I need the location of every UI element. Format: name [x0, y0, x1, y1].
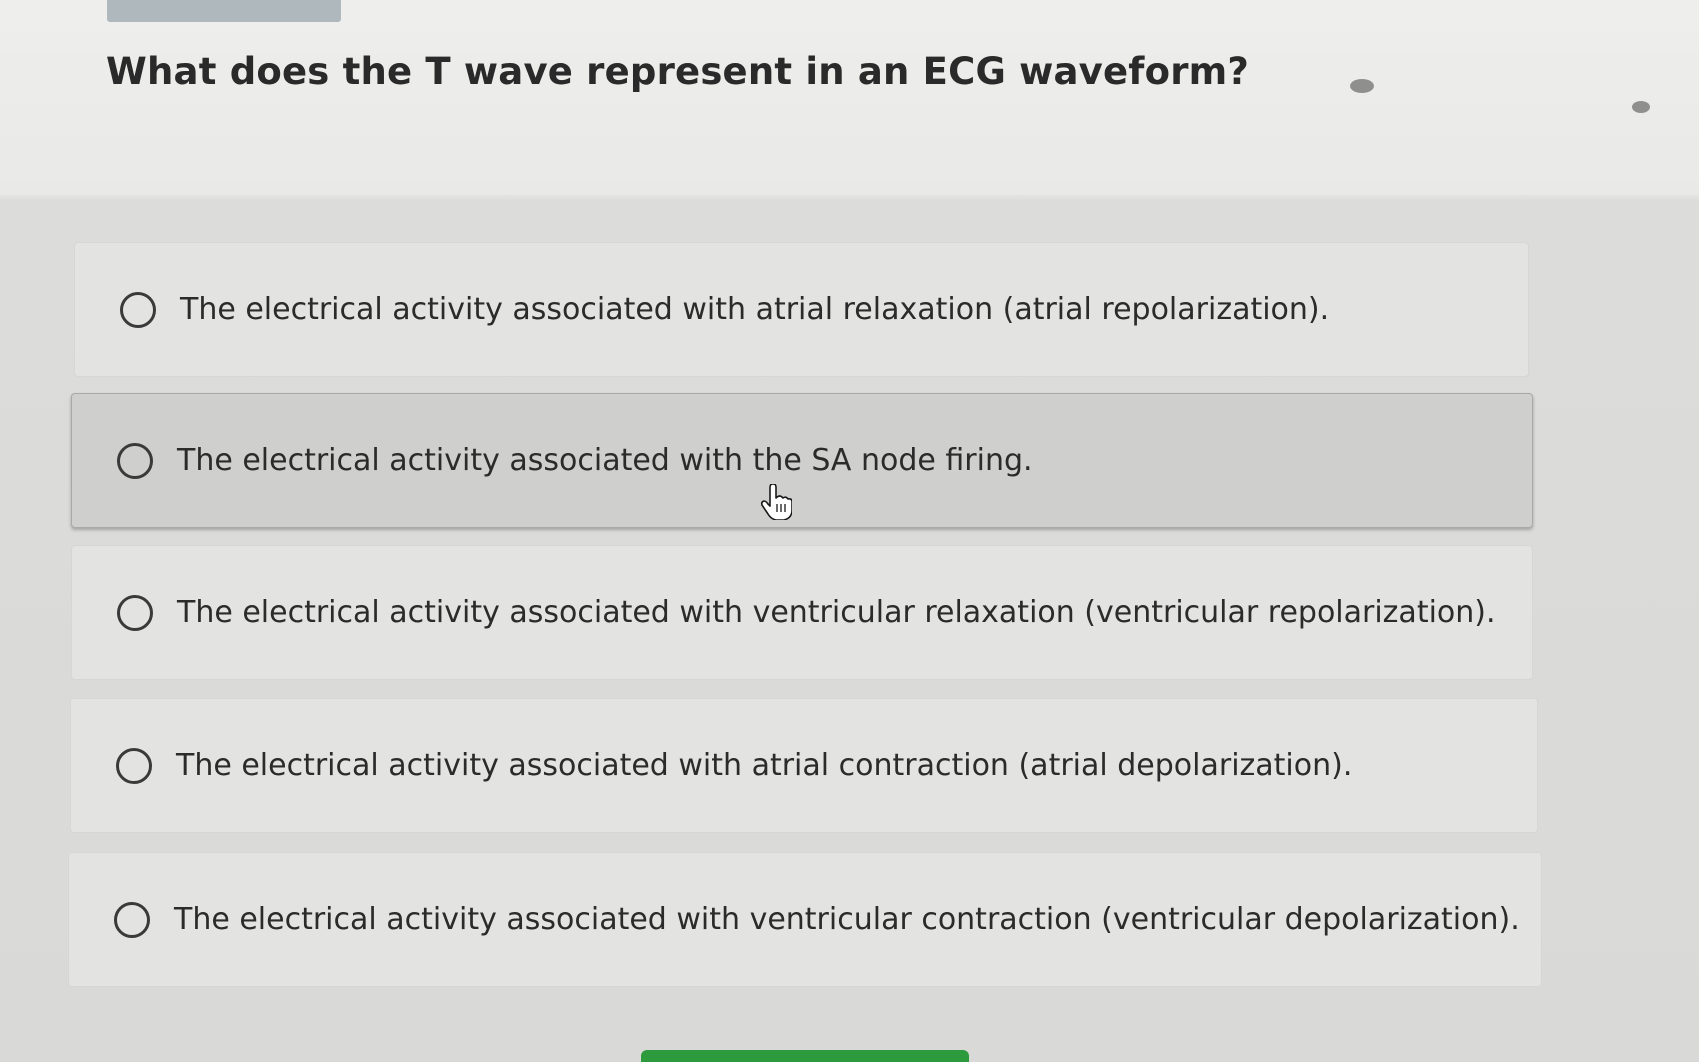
answer-options: The electrical activity associated with …: [0, 0, 1699, 1062]
submit-button[interactable]: [641, 1050, 969, 1062]
answer-option-label: The electrical activity associated with …: [177, 443, 1033, 478]
answer-option-label: The electrical activity associated with …: [174, 902, 1520, 937]
answer-option-3[interactable]: The electrical activity associated with …: [71, 545, 1533, 680]
answer-option-4[interactable]: The electrical activity associated with …: [70, 698, 1538, 833]
answer-option-label: The electrical activity associated with …: [177, 595, 1496, 630]
answer-option-label: The electrical activity associated with …: [180, 292, 1330, 327]
radio-unchecked-icon[interactable]: [117, 442, 153, 479]
answer-option-label: The electrical activity associated with …: [176, 748, 1353, 783]
answer-option-5[interactable]: The electrical activity associated with …: [68, 852, 1542, 987]
radio-unchecked-icon[interactable]: [116, 747, 152, 784]
hand-pointer-icon: [760, 484, 792, 520]
radio-unchecked-icon[interactable]: [114, 901, 150, 938]
answer-option-1[interactable]: The electrical activity associated with …: [74, 242, 1529, 377]
answer-option-2[interactable]: The electrical activity associated with …: [71, 393, 1533, 528]
radio-unchecked-icon[interactable]: [120, 291, 156, 328]
radio-unchecked-icon[interactable]: [117, 594, 153, 631]
